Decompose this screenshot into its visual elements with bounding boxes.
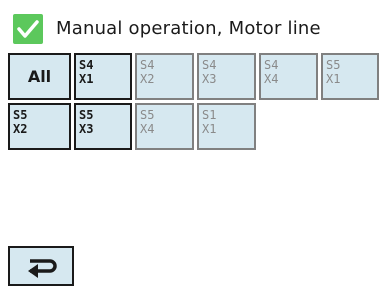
motor-line-s1-x1-button[interactable]: S1 X1 (197, 103, 256, 150)
header: Manual operation, Motor line (0, 0, 383, 50)
cell-label: S5 X1 (326, 58, 341, 86)
check-icon[interactable] (13, 14, 43, 44)
motor-line-s4-x3-button[interactable]: S4 X3 (197, 53, 256, 100)
cell-label: S5 X2 (13, 108, 28, 136)
cell-label: S4 X3 (202, 58, 217, 86)
manual-operation-screen: Manual operation, Motor line All S4 X1 S4… (0, 0, 383, 289)
motor-line-s4-x1-button[interactable]: S4 X1 (74, 53, 132, 100)
motor-line-s4-x4-button[interactable]: S4 X4 (259, 53, 318, 100)
back-button[interactable] (8, 246, 74, 286)
motor-line-s4-x2-button[interactable]: S4 X2 (135, 53, 194, 100)
motor-line-s5-x2-button[interactable]: S5 X2 (8, 103, 71, 150)
motor-line-s5-x1-button[interactable]: S5 X1 (321, 53, 379, 100)
motor-line-s5-x4-button[interactable]: S5 X4 (135, 103, 194, 150)
cell-label: S1 X1 (202, 108, 217, 136)
cell-label: S4 X2 (140, 58, 155, 86)
cell-label: S5 X3 (79, 108, 94, 136)
all-button[interactable]: All (8, 53, 71, 100)
cell-label: S5 X4 (140, 108, 155, 136)
page-title: Manual operation, Motor line (56, 18, 321, 39)
cell-label: S4 X4 (264, 58, 279, 86)
cell-label: S4 X1 (79, 58, 94, 86)
return-arrow-icon (28, 259, 57, 278)
motor-line-s5-x3-button[interactable]: S5 X3 (74, 103, 132, 150)
